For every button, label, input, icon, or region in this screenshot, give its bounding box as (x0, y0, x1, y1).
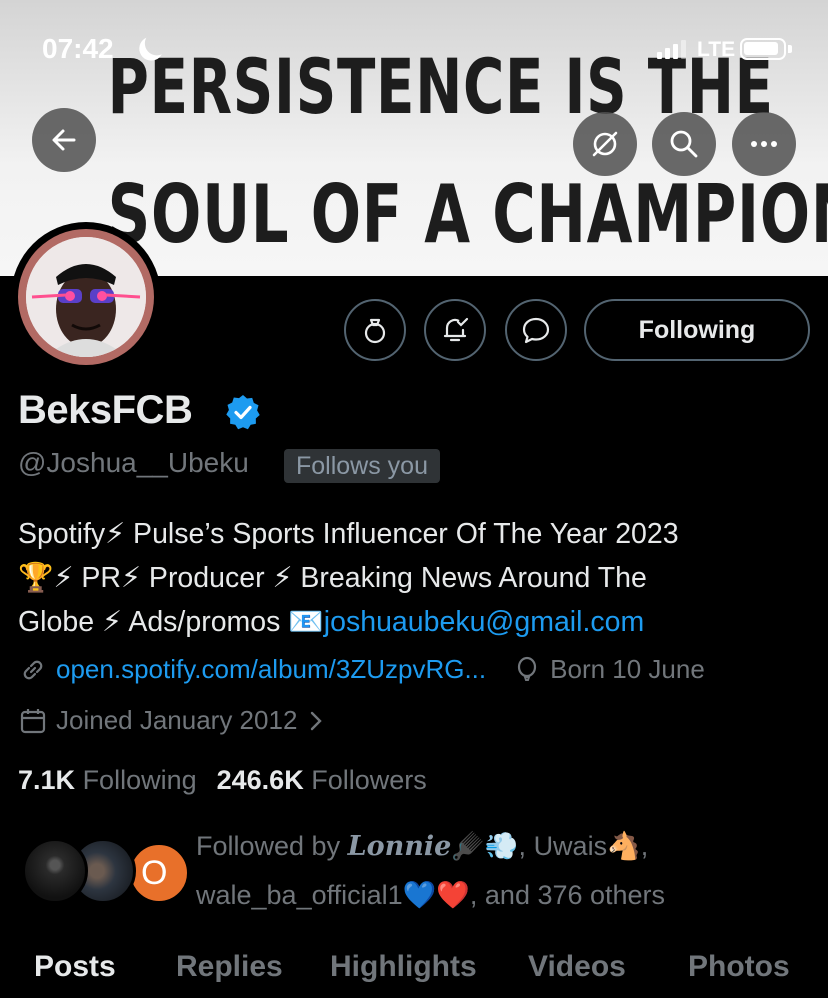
tab-posts[interactable]: Posts (34, 950, 116, 984)
followed-by-prefix: Followed by (196, 831, 341, 861)
grok-button[interactable] (573, 112, 637, 176)
followed-by-suffix: , and 376 others (469, 880, 666, 910)
search-button[interactable] (652, 112, 716, 176)
profile-tabs: Posts Replies Highlights Videos Photos (0, 940, 828, 998)
follows-you-badge: Follows you (284, 449, 440, 483)
avatar-illustration (26, 237, 146, 357)
following-stat[interactable]: 7.1K Following (18, 765, 197, 796)
chat-bubble-icon (522, 317, 550, 344)
mutual-name: Uwais🐴 (533, 831, 641, 861)
mutual-followers-avatars[interactable]: O (22, 838, 190, 906)
bio-text: Globe ⚡ Ads/promos 📧 (18, 606, 324, 638)
grok-icon (592, 131, 618, 157)
followed-by-text[interactable]: Followed by Lonnie🪮💨, Uwais🐴, wale_ba_of… (196, 822, 816, 919)
mutual-name: wale_ba_official1 (196, 880, 403, 910)
following-label: Following (82, 765, 197, 795)
birthday: Born 10 June (550, 654, 705, 684)
more-icon (751, 141, 777, 147)
notifications-button[interactable] (424, 299, 486, 361)
tips-button[interactable] (344, 299, 406, 361)
followers-count: 246.6K (216, 765, 304, 795)
mutual-emoji: 💙❤️ (402, 880, 470, 910)
banner-text-line2: SOUL OF A CHAMPION (107, 168, 828, 261)
avatar-ring (18, 229, 154, 365)
bio-line: Globe ⚡ Ads/promos 📧joshuaubeku@gmail.co… (18, 600, 818, 644)
mutual-avatar (22, 838, 88, 904)
mutual-emoji: 🪮💨 (451, 831, 519, 861)
tab-videos[interactable]: Videos (528, 950, 626, 984)
tab-highlights[interactable]: Highlights (330, 950, 477, 984)
profile-meta-row: open.spotify.com/album/3ZUzpvRG... Born … (18, 654, 705, 685)
tab-replies[interactable]: Replies (176, 950, 283, 984)
handle: @Joshua__Ubeku (18, 447, 249, 478)
followers-label: Followers (311, 765, 427, 795)
search-icon (670, 130, 698, 158)
balloon-icon (518, 656, 537, 681)
followed-by-line: wale_ba_official1💙❤️, and 376 others (196, 871, 816, 919)
status-time: 07:42 (42, 33, 114, 64)
bio: Spotify⚡ Pulse’s Sports Influencer Of Th… (18, 512, 818, 644)
bio-line: 🏆⚡ PR⚡ Producer ⚡ Breaking News Around T… (18, 562, 647, 594)
bio-email-link[interactable]: joshuaubeku@gmail.com (324, 606, 644, 638)
signal-strength-icon (657, 40, 686, 59)
tab-photos[interactable]: Photos (688, 950, 790, 984)
back-button[interactable] (32, 108, 96, 172)
following-count: 7.1K (18, 765, 76, 795)
back-arrow-icon (52, 129, 76, 151)
battery-icon (740, 38, 786, 60)
battery-cap (788, 45, 792, 53)
website-link[interactable]: open.spotify.com/album/3ZUzpvRG... (56, 654, 486, 685)
display-name: BeksFCB (18, 388, 193, 432)
message-button[interactable] (505, 299, 567, 361)
joined-date: Joined January 2012 (56, 705, 298, 735)
followers-stat[interactable]: 246.6K Followers (217, 765, 427, 796)
following-button[interactable]: Following (584, 299, 810, 361)
network-type: LTE (697, 38, 736, 61)
banner-text-line1: PERSISTENCE IS THE (107, 42, 774, 131)
chevron-right-icon (311, 711, 323, 730)
mutual-name: Lonnie (347, 831, 452, 862)
mutual-avatar: O (128, 842, 190, 904)
verified-badge-icon (226, 395, 260, 430)
bio-line: Spotify⚡ Pulse’s Sports Influencer Of Th… (18, 518, 679, 550)
joined-row[interactable]: Joined January 2012 (18, 705, 323, 736)
follow-stats: 7.1K Following 246.6K Followers (18, 765, 427, 796)
followed-by-line: Followed by Lonnie🪮💨, Uwais🐴, (196, 831, 649, 862)
more-button[interactable] (732, 112, 796, 176)
money-bag-icon (364, 318, 386, 344)
calendar-icon (20, 708, 46, 733)
avatar[interactable] (11, 222, 161, 372)
avatar-image (26, 237, 146, 357)
link-icon (23, 660, 43, 679)
bell-check-icon (443, 317, 469, 342)
